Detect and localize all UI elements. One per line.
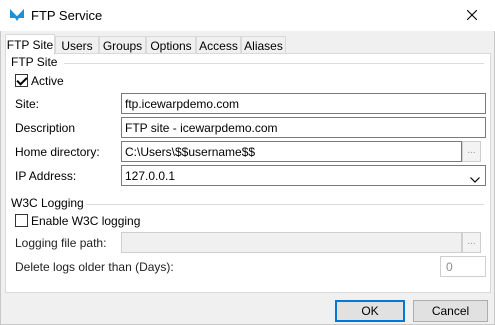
description-input[interactable]: FTP site - icewarpdemo.com [121,117,486,138]
home-directory-input[interactable]: C:\Users\$$username$$ [121,141,462,162]
chevron-down-icon [470,172,480,185]
tab-groups[interactable]: Groups [99,36,146,54]
tab-options[interactable]: Options [146,36,196,54]
home-directory-browse-button[interactable]: ... [462,141,481,162]
logging-file-path-input[interactable] [121,232,462,253]
window-title: FTP Service [31,8,103,23]
ftp-app-icon [8,7,26,23]
cancel-button[interactable]: Cancel [413,300,488,322]
delete-logs-days-input[interactable]: 0 [440,256,486,277]
tab-access[interactable]: Access [196,36,241,54]
ftp-site-group-title: FTP Site [11,55,58,69]
ip-address-label: IP Address: [15,169,77,183]
title-bar: FTP Service [0,0,495,31]
enable-w3c-logging-label: Enable W3C logging [31,214,141,228]
home-directory-label: Home directory: [15,145,100,159]
dialog-body: FTP Site Users Groups Options Access Ali… [0,31,495,325]
ftp-site-panel: FTP Site Active Site: ftp.icewarpdemo.co… [5,53,491,293]
w3c-logging-group-divider [86,204,484,205]
tab-aliases[interactable]: Aliases [241,36,286,54]
close-button[interactable] [449,0,495,31]
ip-address-value: 127.0.0.1 [125,169,176,183]
ip-address-select[interactable]: 127.0.0.1 [121,165,486,186]
site-label: Site: [15,97,40,111]
logging-file-path-browse-button[interactable]: ... [462,232,481,253]
close-icon [466,9,478,23]
active-label: Active [31,74,64,88]
description-label: Description [15,121,76,135]
w3c-logging-group-title: W3C Logging [11,196,84,210]
ok-button[interactable]: OK [335,300,405,322]
ftp-site-group-divider [64,63,484,64]
active-checkbox[interactable] [15,74,28,87]
tab-ftp-site[interactable]: FTP Site [5,34,55,55]
enable-w3c-logging-checkbox[interactable] [15,214,28,227]
site-input[interactable]: ftp.icewarpdemo.com [121,93,486,114]
delete-logs-label: Delete logs older than (Days): [15,260,174,274]
logging-file-path-label: Logging file path: [15,236,107,250]
tab-users[interactable]: Users [55,36,99,54]
